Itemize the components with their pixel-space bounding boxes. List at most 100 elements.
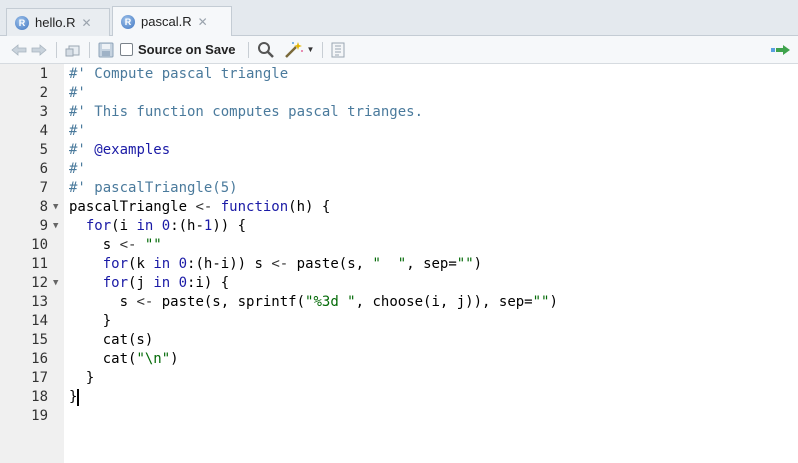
- code-token: <-: [119, 237, 145, 253]
- code-text: s <- "": [69, 236, 162, 255]
- code-line[interactable]: 11 for(k in 0:(h-i)) s <- paste(s, " ", …: [0, 255, 798, 274]
- code-line[interactable]: 17 }: [0, 369, 798, 388]
- line-number: 18: [31, 389, 48, 405]
- code-token: pascalTriangle: [69, 199, 196, 215]
- code-text: s <- paste(s, sprintf("%3d ", choose(i, …: [69, 293, 558, 312]
- code-line[interactable]: 5 #' @examples: [0, 141, 798, 160]
- code-token: #' Compute pascal triangle: [69, 66, 289, 82]
- tab-hello-r[interactable]: R hello.R ✕: [6, 8, 110, 36]
- code-token: (i: [111, 218, 137, 234]
- code-line[interactable]: 7 #' pascalTriangle(5): [0, 179, 798, 198]
- code-token: "%3d ": [305, 294, 356, 310]
- fold-toggle-icon[interactable]: ▼: [53, 198, 58, 217]
- code-line[interactable]: 16 cat("\n"): [0, 350, 798, 369]
- run-icon[interactable]: [770, 43, 792, 57]
- code-token: <-: [271, 256, 297, 272]
- code-token: "\n": [136, 351, 171, 367]
- code-token: (j: [128, 275, 154, 291]
- fold-toggle-icon[interactable]: ▼: [53, 217, 58, 236]
- line-number: 16: [31, 351, 48, 367]
- code-line[interactable]: 2 #': [0, 84, 798, 103]
- code-token: paste(s, sprintf(: [161, 294, 306, 310]
- code-token: <-: [195, 199, 221, 215]
- code-token: #': [69, 85, 86, 101]
- code-line[interactable]: 15 cat(s): [0, 331, 798, 350]
- source-on-save-label[interactable]: Source on Save: [138, 42, 236, 57]
- code-line[interactable]: 9 ▼ for(i in 0:(h-1)) {: [0, 217, 798, 236]
- code-token: #': [69, 161, 86, 177]
- forward-arrow-icon[interactable]: [30, 43, 48, 57]
- code-text: #' pascalTriangle(5): [69, 179, 238, 198]
- tab-pascal-r[interactable]: R pascal.R ✕: [112, 6, 232, 37]
- line-number: 3: [39, 104, 48, 120]
- code-token: :(h-i)) s: [187, 256, 272, 272]
- code-token: for: [85, 218, 112, 234]
- code-token: (k: [128, 256, 154, 272]
- code-text: #' This function computes pascal triange…: [69, 103, 423, 122]
- code-text: for(i in 0:(h-1)) {: [69, 217, 246, 236]
- code-token: (h) {: [288, 199, 331, 215]
- code-token: 0: [178, 275, 188, 291]
- code-editor[interactable]: 1 #' Compute pascal triangle 2 #' 3 #' This f…: [0, 64, 798, 463]
- code-line[interactable]: 3 #' This function computes pascal triang…: [0, 103, 798, 122]
- code-line[interactable]: 19: [0, 407, 798, 426]
- code-text: cat("\n"): [69, 350, 179, 369]
- search-icon[interactable]: [257, 41, 275, 59]
- code-token: #': [69, 123, 86, 139]
- fold-toggle-icon[interactable]: ▼: [53, 274, 58, 293]
- code-token: paste(s,: [296, 256, 373, 272]
- code-token: in: [136, 218, 154, 234]
- r-file-icon: R: [15, 15, 29, 30]
- line-number: 2: [39, 85, 48, 101]
- code-token: <-: [136, 294, 162, 310]
- document-outline-icon[interactable]: [331, 42, 345, 58]
- show-in-window-icon[interactable]: [65, 42, 81, 58]
- code-line[interactable]: 14 }: [0, 312, 798, 331]
- code-token: }: [69, 313, 112, 329]
- magic-wand-icon[interactable]: [283, 41, 305, 59]
- tab-label: pascal.R: [141, 14, 192, 29]
- code-token: , sep=: [406, 256, 457, 272]
- code-text: for(k in 0:(h-i)) s <- paste(s, " ", sep…: [69, 255, 482, 274]
- line-number: 8: [39, 199, 48, 215]
- code-line[interactable]: 12 ▼ for(j in 0:i) {: [0, 274, 798, 293]
- code-token: 0: [161, 218, 171, 234]
- save-icon[interactable]: [98, 42, 114, 58]
- code-token: cat(s): [69, 332, 154, 348]
- code-text: }: [69, 388, 80, 407]
- code-token: ): [170, 351, 179, 367]
- code-line[interactable]: 6 #': [0, 160, 798, 179]
- line-number: 9: [39, 218, 48, 234]
- back-arrow-icon[interactable]: [10, 43, 28, 57]
- code-line[interactable]: 1 #' Compute pascal triangle: [0, 65, 798, 84]
- code-line[interactable]: 18}: [0, 388, 798, 407]
- code-text: #': [69, 122, 86, 141]
- code-line[interactable]: 13 s <- paste(s, sprintf("%3d ", choose(…: [0, 293, 798, 312]
- code-token: }: [69, 370, 95, 386]
- close-icon[interactable]: ✕: [81, 16, 91, 30]
- line-number: 17: [31, 370, 48, 386]
- code-line[interactable]: 10 s <- "": [0, 236, 798, 255]
- line-number: 5: [39, 142, 48, 158]
- code-line[interactable]: 8 ▼ pascalTriangle <- function(h) {: [0, 198, 798, 217]
- code-token: function: [220, 199, 289, 215]
- line-number: 19: [31, 408, 48, 424]
- line-number: 1: [39, 66, 48, 82]
- code-token: )) {: [212, 218, 247, 234]
- toolbar-separator: [56, 41, 57, 58]
- close-icon[interactable]: ✕: [198, 15, 208, 29]
- line-number: 15: [31, 332, 48, 348]
- code-text: pascalTriangle <- function(h) {: [69, 198, 330, 217]
- code-line[interactable]: 4 #': [0, 122, 798, 141]
- code-token: " ": [372, 256, 407, 272]
- code-text: cat(s): [69, 331, 154, 350]
- code-token: , choose(i, j)), sep=: [355, 294, 533, 310]
- code-token: "": [532, 294, 550, 310]
- source-on-save-checkbox[interactable]: [120, 43, 133, 56]
- chevron-down-icon[interactable]: ▼: [307, 45, 315, 54]
